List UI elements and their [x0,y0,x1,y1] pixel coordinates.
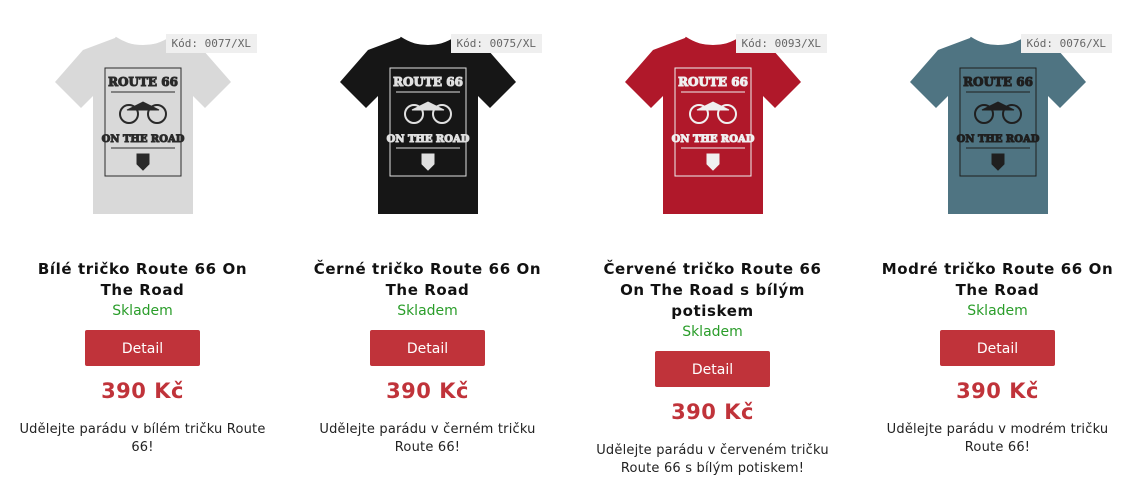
product-card: ROUTE 66 ON THE ROAD Kód: 0076/XL Modré … [855,0,1140,478]
tshirt-graphic: ROUTE 66 ON THE ROAD [54,36,231,214]
product-price: 390 Kč [386,379,469,403]
product-title[interactable]: Bílé tričko Route 66 On The Road [23,259,263,301]
print-text-top: ROUTE 66 [108,75,178,89]
print-text-top: ROUTE 66 [678,75,748,89]
stock-status: Skladem [682,324,743,340]
product-code-badge: Kód: 0076/XL [1020,34,1112,53]
stock-status: Skladem [397,303,458,319]
print-text-bottom: ON THE ROAD [386,134,469,145]
product-price: 390 Kč [956,379,1039,403]
print-text-top: ROUTE 66 [963,75,1033,89]
product-image[interactable]: ROUTE 66 ON THE ROAD Kód: 0093/XL [570,0,855,235]
tshirt-image[interactable]: ROUTE 66 ON THE ROAD [338,30,518,220]
product-description: Udělejte parádu v červeném tričku Route … [596,443,829,476]
detail-button[interactable]: Detail [940,330,1055,366]
product-description: Udělejte parádu v bílém tričku Route 66! [19,422,266,455]
detail-button[interactable]: Detail [85,330,200,366]
stock-status: Skladem [112,303,173,319]
print-text-bottom: ON THE ROAD [101,134,184,145]
product-title[interactable]: Černé tričko Route 66 On The Road [308,259,548,301]
tshirt-image[interactable]: ROUTE 66 ON THE ROAD [53,30,233,220]
product-code-badge: Kód: 0093/XL [735,34,827,53]
product-card: ROUTE 66 ON THE ROAD Kód: 0077/XL Bílé t… [0,0,285,478]
product-code-badge: Kód: 0077/XL [165,34,257,53]
tshirt-image[interactable]: ROUTE 66 ON THE ROAD [623,30,803,220]
product-image[interactable]: ROUTE 66 ON THE ROAD Kód: 0075/XL [285,0,570,235]
product-price: 390 Kč [671,400,754,424]
product-description: Udělejte parádu v modrém tričku Route 66… [886,422,1109,455]
detail-button[interactable]: Detail [370,330,485,366]
stock-status: Skladem [967,303,1028,319]
product-image[interactable]: ROUTE 66 ON THE ROAD Kód: 0077/XL [0,0,285,235]
product-code-badge: Kód: 0075/XL [450,34,542,53]
product-title[interactable]: Modré tričko Route 66 On The Road [878,259,1118,301]
tshirt-graphic: ROUTE 66 ON THE ROAD [624,36,801,214]
product-description: Udělejte parádu v černém tričku Route 66… [319,422,536,455]
product-image[interactable]: ROUTE 66 ON THE ROAD Kód: 0076/XL [855,0,1140,235]
tshirt-image[interactable]: ROUTE 66 ON THE ROAD [908,30,1088,220]
print-text-bottom: ON THE ROAD [956,134,1039,145]
detail-button[interactable]: Detail [655,351,770,387]
product-card: ROUTE 66 ON THE ROAD Kód: 0075/XL Černé … [285,0,570,478]
tshirt-graphic: ROUTE 66 ON THE ROAD [909,36,1086,214]
product-card: ROUTE 66 ON THE ROAD Kód: 0093/XL Červen… [570,0,855,478]
tshirt-graphic: ROUTE 66 ON THE ROAD [339,36,516,214]
product-price: 390 Kč [101,379,184,403]
product-title[interactable]: Červené tričko Route 66 On The Road s bí… [593,259,833,322]
print-text-bottom: ON THE ROAD [671,134,754,145]
product-grid: ROUTE 66 ON THE ROAD Kód: 0077/XL Bílé t… [0,0,1140,478]
print-text-top: ROUTE 66 [393,75,463,89]
